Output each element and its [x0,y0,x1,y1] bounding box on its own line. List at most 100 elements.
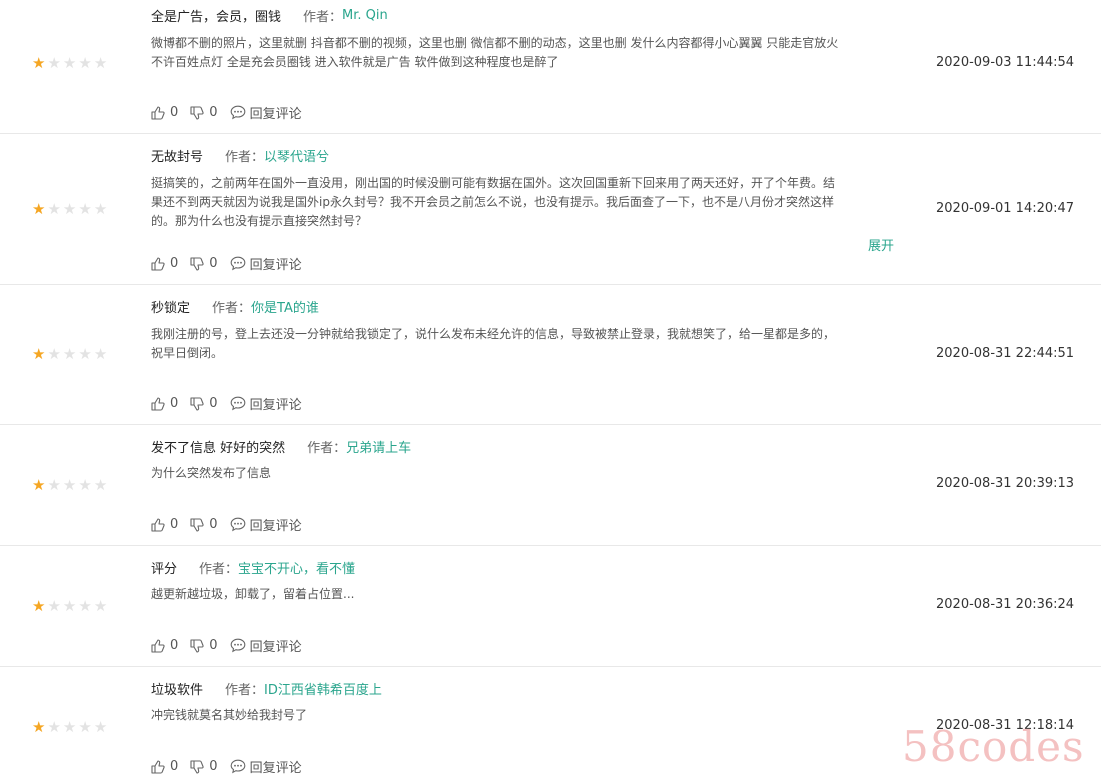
comment-bubble-icon [230,517,245,532]
star-empty-icon: ★ [62,597,77,615]
author-link[interactable]: 宝宝不开心，看不懂 [238,558,355,577]
like-button[interactable]: 0 [151,759,178,774]
dislike-button[interactable]: 0 [190,105,218,120]
reply-button[interactable]: 回复评论 [230,103,302,122]
star-empty-icon: ★ [78,345,92,363]
review-date: 2020-09-03 11:44:54 [936,55,1075,70]
watermark-logo: 58codes [902,722,1085,771]
author-label: 作者： [199,562,239,577]
comment-bubble-icon [230,105,245,120]
like-button[interactable]: 0 [151,517,178,532]
review-title: 垃圾软件 [151,683,204,698]
review-item: 发不了信息 好好的突然 作者： 兄弟请上车 为什么突然发布了信息 ★ ★ ★ ★ ★ 2… [0,425,1101,546]
review-body: 微博都不删的照片，这里就删 抖音都不删的视频，这里也删 微信都不删的动态，这里也… [151,34,901,72]
like-button[interactable]: 0 [151,638,178,653]
review-actions: 0 0 回复评论 [151,394,302,413]
star-empty-icon: ★ [93,476,108,494]
review-text-line: 祝早日倒闭。 [151,346,224,360]
review-date: 2020-08-31 22:44:51 [936,346,1075,361]
review-item: 无故封号 作者： 以琴代语兮 挺搞笑的，之前两年在国外一直没用，刚出国的时候没删… [0,134,1101,285]
thumbs-up-icon [151,256,165,271]
like-button[interactable]: 0 [151,256,178,271]
author-link[interactable]: Mr. Qin [342,8,388,23]
like-button[interactable]: 0 [151,396,178,411]
author-link[interactable]: 以琴代语兮 [264,146,329,165]
star-rating: ★ ★ ★ ★ ★ [32,202,107,217]
review-text-line: 微博都不删的照片，这里就删 抖音都不删的视频，这里也删 微信都不删的动态，这里也… [151,36,839,50]
star-empty-icon: ★ [62,476,77,494]
review-body: 冲完钱就莫名其妙给我封号了 [151,706,901,725]
review-actions: 0 0 回复评论 [151,103,302,122]
review-header: 发不了信息 好好的突然 作者： 兄弟请上车 [151,437,411,456]
star-filled-icon: ★ [32,345,46,363]
author-label: 作者： [225,683,265,698]
star-empty-icon: ★ [47,718,61,736]
dislike-button[interactable]: 0 [190,396,218,411]
dislike-button[interactable]: 0 [190,759,218,774]
reply-label: 回复评论 [249,761,302,776]
star-empty-icon: ★ [62,718,77,736]
review-item: 全是广告，会员，圈钱 作者： Mr. Qin 微博都不删的照片，这里就删 抖音都… [0,0,1101,134]
star-rating: ★ ★ ★ ★ ★ [32,347,107,362]
like-button[interactable]: 0 [151,105,178,120]
star-empty-icon: ★ [78,718,92,736]
comment-bubble-icon [230,638,245,653]
star-empty-icon: ★ [47,54,61,72]
review-title: 无故封号 [151,150,204,165]
review-header: 评分 作者： 宝宝不开心，看不懂 [151,558,355,577]
author-link[interactable]: ID江西省韩希百度上 [264,679,382,698]
dislike-count: 0 [209,517,218,532]
reply-button[interactable]: 回复评论 [230,757,302,776]
review-title: 评分 [151,562,178,577]
star-empty-icon: ★ [62,54,77,72]
star-rating: ★ ★ ★ ★ ★ [32,720,107,735]
star-filled-icon: ★ [32,597,46,615]
author-label: 作者： [225,150,265,165]
thumbs-down-icon [190,517,204,532]
dislike-count: 0 [209,256,218,271]
review-item: 秒锁定 作者： 你是TA的谁 我刚注册的号，登上去还没一分钟就给我锁定了，说什么… [0,285,1101,425]
author-link[interactable]: 你是TA的谁 [251,297,319,316]
reply-button[interactable]: 回复评论 [230,636,302,655]
comment-bubble-icon [230,759,245,774]
dislike-button[interactable]: 0 [190,638,218,653]
like-count: 0 [170,638,179,653]
thumbs-down-icon [190,105,204,120]
star-empty-icon: ★ [62,200,77,218]
star-rating: ★ ★ ★ ★ ★ [32,56,107,71]
review-body: 越更新越垃圾，卸载了，留着占位置... [151,585,901,604]
thumbs-up-icon [151,517,165,532]
reply-button[interactable]: 回复评论 [230,394,302,413]
like-count: 0 [170,517,179,532]
comment-bubble-icon [230,396,245,411]
dislike-button[interactable]: 0 [190,517,218,532]
like-count: 0 [170,759,179,774]
review-date: 2020-08-31 20:36:24 [936,597,1075,612]
star-rating: ★ ★ ★ ★ ★ [32,599,107,614]
dislike-count: 0 [209,396,218,411]
dislike-button[interactable]: 0 [190,256,218,271]
reply-button[interactable]: 回复评论 [230,515,302,534]
reply-label: 回复评论 [249,107,302,122]
review-actions: 0 0 回复评论 [151,636,302,655]
dislike-count: 0 [209,105,218,120]
star-empty-icon: ★ [62,345,77,363]
star-empty-icon: ★ [78,476,92,494]
star-empty-icon: ★ [78,597,92,615]
reply-label: 回复评论 [249,398,302,413]
star-empty-icon: ★ [78,54,92,72]
reply-button[interactable]: 回复评论 [230,254,302,273]
review-title: 全是广告，会员，圈钱 [151,10,282,25]
thumbs-up-icon [151,638,165,653]
review-list-page: 全是广告，会员，圈钱 作者： Mr. Qin 微博都不删的照片，这里就删 抖音都… [0,0,1101,777]
review-text-line: 冲完钱就莫名其妙给我封号了 [151,708,308,722]
author-label: 作者： [303,10,343,25]
author-link[interactable]: 兄弟请上车 [346,437,411,456]
star-empty-icon: ★ [78,200,92,218]
star-empty-icon: ★ [47,597,61,615]
review-actions: 0 0 回复评论 [151,757,302,776]
thumbs-down-icon [190,759,204,774]
review-header: 无故封号 作者： 以琴代语兮 [151,146,329,165]
review-text-line: 的。那为什么也没有提示直接突然封号？ [151,214,368,228]
expand-link[interactable]: 展开 [868,235,894,254]
